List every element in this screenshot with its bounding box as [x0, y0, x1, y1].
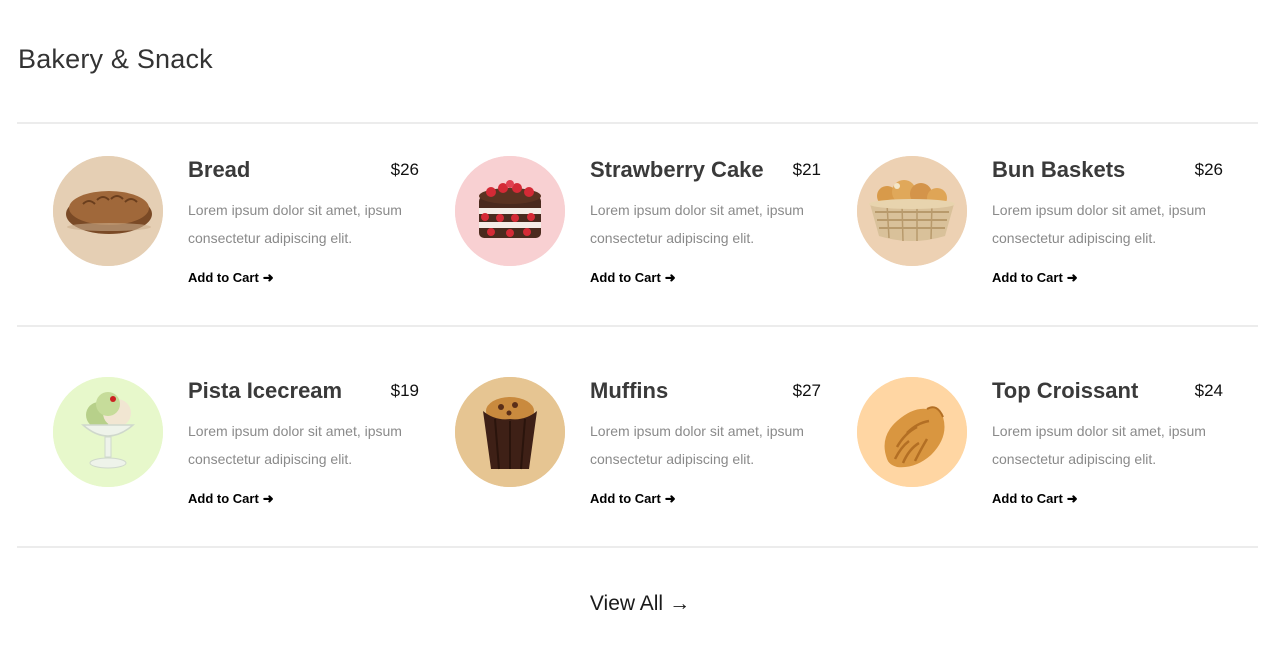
- product-card: Bread $26 Lorem ipsum dolor sit amet, ip…: [53, 156, 433, 296]
- product-price: $24: [1194, 381, 1223, 400]
- add-to-cart-button[interactable]: Add to Cart ➜: [188, 270, 274, 286]
- muffin-icon: [455, 377, 565, 487]
- arrow-right-icon: ➜: [262, 491, 274, 506]
- add-to-cart-label: Add to Cart: [188, 270, 259, 285]
- product-name: Strawberry Cake: [590, 157, 764, 182]
- add-to-cart-label: Add to Cart: [590, 491, 661, 506]
- product-price: $21: [792, 160, 821, 179]
- bread-icon: [53, 156, 163, 266]
- product-row: Pista Icecream $19 Lorem ipsum dolor sit…: [0, 377, 1280, 517]
- product-card: Pista Icecream $19 Lorem ipsum dolor sit…: [53, 377, 433, 517]
- product-price: $26: [390, 160, 419, 179]
- product-row: Bread $26 Lorem ipsum dolor sit amet, ip…: [0, 156, 1280, 296]
- product-name: Bread: [188, 157, 251, 182]
- product-name: Bun Baskets: [992, 157, 1126, 182]
- section-title: Bakery & Snack: [18, 44, 213, 74]
- add-to-cart-button[interactable]: Add to Cart ➜: [590, 270, 676, 286]
- divider: [17, 546, 1258, 548]
- product-description: Lorem ipsum dolor sit amet, ipsum consec…: [188, 423, 402, 467]
- product-name: Pista Icecream: [188, 378, 343, 403]
- icecream-icon: [53, 377, 163, 487]
- product-price: $27: [792, 381, 821, 400]
- strawberry-cake-icon: [455, 156, 565, 266]
- bakery-section: Bakery & Snack Bread $26 Lorem ipsum dol…: [0, 0, 1280, 670]
- view-all-label: View All: [589, 592, 664, 615]
- product-name: Muffins: [590, 378, 669, 403]
- product-card: Muffins $27 Lorem ipsum dolor sit amet, …: [455, 377, 835, 517]
- arrow-right-icon: ➜: [664, 270, 676, 285]
- divider: [17, 122, 1258, 124]
- arrow-right-icon: →: [669, 592, 691, 615]
- product-description: Lorem ipsum dolor sit amet, ipsum consec…: [992, 202, 1206, 246]
- arrow-right-icon: ➜: [1066, 491, 1078, 506]
- arrow-right-icon: ➜: [664, 491, 676, 506]
- add-to-cart-button[interactable]: Add to Cart ➜: [188, 491, 274, 507]
- croissant-icon: [857, 377, 967, 487]
- product-description: Lorem ipsum dolor sit amet, ipsum consec…: [992, 423, 1206, 467]
- divider: [17, 325, 1258, 327]
- product-card: Strawberry Cake $21 Lorem ipsum dolor si…: [455, 156, 835, 296]
- product-price: $19: [390, 381, 419, 400]
- product-price: $26: [1194, 160, 1223, 179]
- product-card: Top Croissant $24 Lorem ipsum dolor sit …: [857, 377, 1237, 517]
- add-to-cart-button[interactable]: Add to Cart ➜: [992, 270, 1078, 286]
- product-description: Lorem ipsum dolor sit amet, ipsum consec…: [590, 423, 804, 467]
- add-to-cart-label: Add to Cart: [992, 270, 1063, 285]
- product-name: Top Croissant: [992, 378, 1139, 403]
- add-to-cart-button[interactable]: Add to Cart ➜: [992, 491, 1078, 507]
- view-all-link[interactable]: View All →: [590, 592, 690, 615]
- product-description: Lorem ipsum dolor sit amet, ipsum consec…: [590, 202, 804, 246]
- add-to-cart-label: Add to Cart: [590, 270, 661, 285]
- bun-basket-icon: [857, 156, 967, 266]
- add-to-cart-button[interactable]: Add to Cart ➜: [590, 491, 676, 507]
- view-all-container: View All →: [0, 592, 1280, 616]
- product-description: Lorem ipsum dolor sit amet, ipsum consec…: [188, 202, 402, 246]
- arrow-right-icon: ➜: [262, 270, 274, 285]
- add-to-cart-label: Add to Cart: [992, 491, 1063, 506]
- add-to-cart-label: Add to Cart: [188, 491, 259, 506]
- arrow-right-icon: ➜: [1066, 270, 1078, 285]
- product-card: Bun Baskets $26 Lorem ipsum dolor sit am…: [857, 156, 1237, 296]
